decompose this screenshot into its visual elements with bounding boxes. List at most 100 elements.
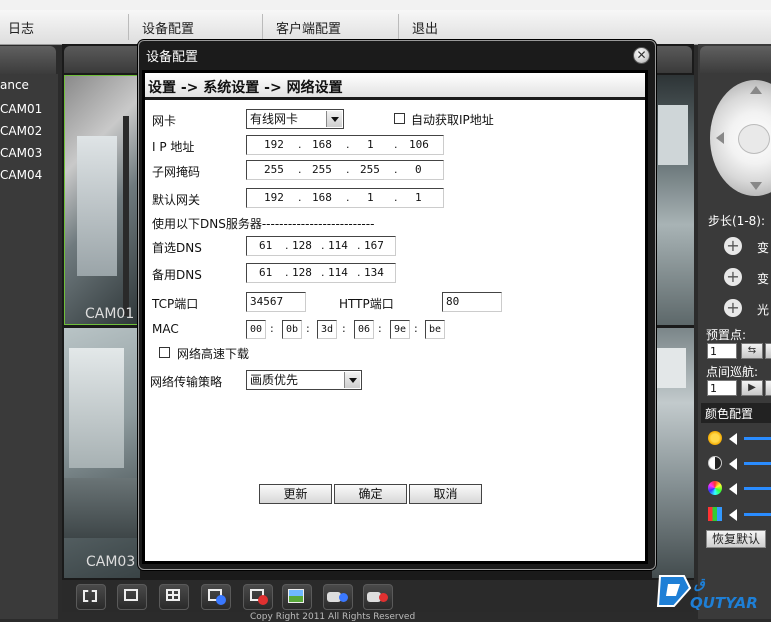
dns-section-label: 使用以下DNS服务器-------------------------- xyxy=(152,217,375,231)
hue-decrease-icon[interactable] xyxy=(729,509,737,521)
close-icon[interactable]: ✕ xyxy=(633,47,650,64)
http-port-input[interactable]: 80 xyxy=(442,292,502,312)
ip-octet: 114 xyxy=(328,266,348,279)
secondary-dns-field[interactable]: 61 . 128 . 114 . 134 xyxy=(246,263,396,283)
refresh-button[interactable]: 更新 xyxy=(259,484,332,504)
network-card-value: 有线网卡 xyxy=(250,112,299,126)
gateway-label: 默认网关 xyxy=(152,193,201,207)
brightness-decrease-icon[interactable] xyxy=(729,433,737,445)
dialog-title: 设备配置 xyxy=(146,50,199,65)
contrast-decrease-icon[interactable] xyxy=(729,458,737,470)
mac-colon: : xyxy=(306,322,310,335)
layout-4-button[interactable] xyxy=(159,584,189,610)
cruise-input[interactable]: 1 xyxy=(707,380,737,396)
zoom-plus-icon[interactable]: + xyxy=(724,237,742,255)
ptz-up-icon[interactable] xyxy=(750,86,762,94)
talk-button[interactable] xyxy=(323,584,353,610)
cruise-stop-button[interactable] xyxy=(765,380,771,396)
tcp-port-input[interactable]: 34567 xyxy=(246,292,306,312)
hue-icon xyxy=(708,507,722,521)
high-speed-download-checkbox[interactable] xyxy=(159,347,170,358)
ptz-center-button[interactable] xyxy=(738,124,770,154)
camera-item-cam04[interactable]: CAM04 xyxy=(0,168,42,182)
mac-part[interactable]: 9e xyxy=(390,320,410,339)
video-cell-cam04[interactable] xyxy=(652,328,694,578)
mac-part[interactable]: be xyxy=(425,320,445,339)
ip-dot: . xyxy=(394,138,398,151)
gateway-field[interactable]: 192 . 168 . 1 . 1 xyxy=(246,188,444,208)
ip-dot: . xyxy=(394,163,398,176)
tcp-port-label: TCP端口 xyxy=(152,297,199,311)
device-name[interactable]: ance xyxy=(0,78,29,92)
saturation-decrease-icon[interactable] xyxy=(729,483,737,495)
ip-octet: 114 xyxy=(328,239,348,252)
camera-record-button[interactable] xyxy=(363,584,393,610)
step-label: 步长(1-8): xyxy=(708,214,766,228)
ip-dot: . xyxy=(298,138,302,151)
primary-dns-label: 首选DNS xyxy=(152,241,202,255)
preset-label: 预置点: xyxy=(706,328,747,342)
left-panel-header xyxy=(0,46,56,74)
layout-1-button[interactable] xyxy=(117,584,147,610)
transfer-policy-select[interactable]: 画质优先 xyxy=(246,370,362,390)
menu-exit[interactable]: 退出 xyxy=(412,18,438,37)
contrast-icon xyxy=(708,456,722,470)
ok-button[interactable]: 确定 xyxy=(334,484,407,504)
ip-dot: . xyxy=(285,266,289,279)
mac-part[interactable]: 0b xyxy=(282,320,302,339)
ip-octet: 192 xyxy=(264,191,284,204)
cancel-button[interactable]: 取消 xyxy=(409,484,482,504)
preset-goto-button[interactable]: ⇆ xyxy=(741,343,763,359)
copyright-text: Copy Right 2011 All Rights Reserved xyxy=(250,612,416,622)
ip-address-field[interactable]: 192 . 168 . 1 . 106 xyxy=(246,135,444,155)
preset-input[interactable]: 1 xyxy=(707,343,737,359)
color-config-tab[interactable]: 颜色配置 xyxy=(701,403,771,423)
ip-octet: 1 xyxy=(415,191,422,204)
ip-octet: 255 xyxy=(312,163,332,176)
brightness-slider[interactable] xyxy=(744,437,771,440)
ip-octet: 192 xyxy=(264,138,284,151)
ip-dot: . xyxy=(346,138,350,151)
ptz-down-icon[interactable] xyxy=(750,182,762,190)
menu-client-config[interactable]: 客户端配置 xyxy=(276,18,341,37)
video-cell-cam01[interactable]: CAM01 xyxy=(64,75,140,325)
mac-part[interactable]: 06 xyxy=(354,320,374,339)
playback-button[interactable] xyxy=(201,584,231,610)
snapshot-button[interactable] xyxy=(282,584,312,610)
mac-part[interactable]: 00 xyxy=(246,320,266,339)
brand-logo: ق QUTYAR xyxy=(654,566,764,614)
menu-device-config[interactable]: 设备配置 xyxy=(142,18,194,37)
focus-plus-icon[interactable]: + xyxy=(724,268,742,286)
mac-part[interactable]: 3d xyxy=(317,320,337,339)
subnet-mask-field[interactable]: 255 . 255 . 255 . 0 xyxy=(246,160,444,180)
mac-colon: : xyxy=(378,322,382,335)
restore-default-button[interactable]: 恢复默认 xyxy=(706,530,766,548)
fullscreen-button[interactable] xyxy=(76,584,106,610)
iris-plus-icon[interactable]: + xyxy=(724,299,742,317)
transfer-policy-label: 网络传输策略 xyxy=(150,375,223,389)
ip-octet: 255 xyxy=(264,163,284,176)
menu-log[interactable]: 日志 xyxy=(8,18,34,37)
ip-octet: 1 xyxy=(367,138,374,151)
camera-item-cam02[interactable]: CAM02 xyxy=(0,124,42,138)
hue-slider[interactable] xyxy=(744,513,771,516)
network-card-select[interactable]: 有线网卡 xyxy=(246,109,344,129)
auto-ip-checkbox[interactable] xyxy=(394,113,405,124)
camera-item-cam01[interactable]: CAM01 xyxy=(0,102,42,116)
saturation-slider[interactable] xyxy=(744,487,771,490)
ip-octet: 1 xyxy=(367,191,374,204)
fullscreen-icon xyxy=(83,590,97,602)
record-button[interactable] xyxy=(243,584,273,610)
preset-set-button[interactable] xyxy=(765,343,771,359)
contrast-slider[interactable] xyxy=(744,462,771,465)
cruise-play-button[interactable]: ▶ xyxy=(741,380,763,396)
video-cell-cam02[interactable] xyxy=(652,75,694,325)
secondary-dns-label: 备用DNS xyxy=(152,268,202,282)
ptz-left-icon[interactable] xyxy=(716,132,724,144)
svg-text:QUTYAR: QUTYAR xyxy=(690,594,758,612)
camera-item-cam03[interactable]: CAM03 xyxy=(0,146,42,160)
primary-dns-field[interactable]: 61 . 128 . 114 . 167 xyxy=(246,236,396,256)
video-cell-cam03[interactable]: CAM03 xyxy=(64,328,140,578)
http-port-label: HTTP端口 xyxy=(339,297,394,311)
play-badge-icon xyxy=(339,593,348,602)
